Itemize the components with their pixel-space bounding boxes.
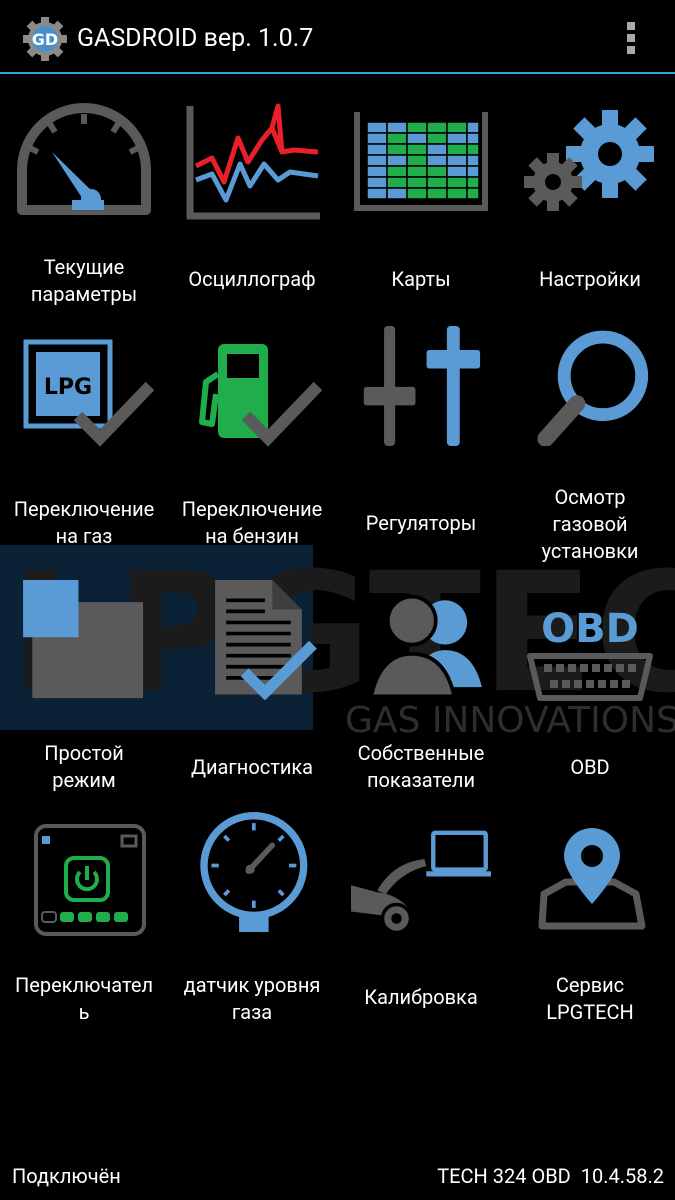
- car-laptop-icon: [351, 830, 491, 935]
- fuel-pump-check-icon: [199, 344, 322, 447]
- action-bar: GD GASDROID вер. 1.0.7: [0, 0, 675, 74]
- tile-label: Диагностика: [190, 755, 314, 779]
- connection-status: Подключён: [12, 1164, 121, 1188]
- tile-label: Текущие параметры: [30, 255, 138, 306]
- tile-label: Переключение на бензин: [181, 497, 323, 548]
- tile-label: датчик уровня газа: [183, 973, 321, 1024]
- obd-connector-icon: OBD: [527, 606, 653, 701]
- tile-label: Сервис LPGTECH: [546, 973, 634, 1024]
- lpg-check-icon: LPG: [23, 339, 154, 447]
- tile-diagnostics[interactable]: Диагностика: [168, 560, 336, 810]
- logo-letters: GD: [32, 30, 58, 49]
- device-info: TECH 324 OBD 10.4.58.2: [437, 1164, 664, 1188]
- tile-calibration[interactable]: Калибровка: [337, 812, 505, 1042]
- tile-gas-level-sensor[interactable]: датчик уровня газа: [168, 812, 336, 1042]
- overflow-menu-icon[interactable]: [612, 16, 650, 60]
- simple-mode-icon: [23, 580, 144, 699]
- lpg-text: LPG: [44, 375, 92, 400]
- tile-switch-to-gas[interactable]: LPG Переключение на газ: [0, 322, 168, 552]
- users-icon: [368, 594, 482, 699]
- map-pin-icon: [538, 828, 646, 930]
- app-title: GASDROID вер. 1.0.7: [77, 24, 314, 53]
- tile-label: Настройки: [539, 267, 641, 291]
- tile-oscillograph[interactable]: Осциллограф: [168, 92, 336, 322]
- tile-label: Осмотр газовой установки: [541, 485, 639, 563]
- tile-label: Осциллограф: [188, 267, 316, 291]
- tile-label: Регуляторы: [365, 511, 477, 535]
- tile-service-lpgtech[interactable]: Сервис LPGTECH: [506, 812, 674, 1042]
- tile-label: Карты: [391, 267, 451, 291]
- tile-gas-installation-inspection[interactable]: Осмотр газовой установки: [506, 322, 674, 563]
- tile-label: Собственные показатели: [357, 741, 485, 792]
- tile-regulators[interactable]: Регуляторы: [337, 322, 505, 552]
- tile-label: Калибровка: [364, 985, 478, 1009]
- tile-label: Переключение на газ: [13, 497, 155, 548]
- sliders-icon: [363, 326, 481, 446]
- oscillograph-icon: [186, 103, 320, 220]
- tile-own-indicators[interactable]: Собственные показатели: [337, 560, 505, 810]
- obd-text: OBD: [541, 606, 639, 652]
- gas-level-gauge-icon: [200, 812, 308, 932]
- tile-label: OBD: [570, 755, 610, 779]
- tile-switch[interactable]: Переключател ь: [0, 812, 168, 1042]
- tile-maps[interactable]: Карты: [337, 92, 505, 322]
- tile-settings[interactable]: Настройки: [506, 92, 674, 322]
- gears-icon: [524, 110, 654, 211]
- switch-panel-icon: [34, 824, 146, 936]
- tile-switch-to-petrol[interactable]: Переключение на бензин: [168, 322, 336, 552]
- tile-label: Простой режим: [44, 741, 124, 792]
- map-grid-icon: [354, 112, 488, 211]
- tile-simple-mode[interactable]: Простой режим: [0, 560, 168, 810]
- diagnostics-document-icon: [215, 580, 317, 700]
- magnifier-icon: [537, 330, 649, 446]
- tile-current-parameters[interactable]: Текущие параметры: [0, 92, 168, 322]
- speedometer-icon: [17, 103, 151, 215]
- tile-label: Переключател ь: [14, 973, 154, 1024]
- app-logo-icon: GD: [23, 17, 67, 61]
- tile-obd[interactable]: OBD OBD: [506, 560, 674, 810]
